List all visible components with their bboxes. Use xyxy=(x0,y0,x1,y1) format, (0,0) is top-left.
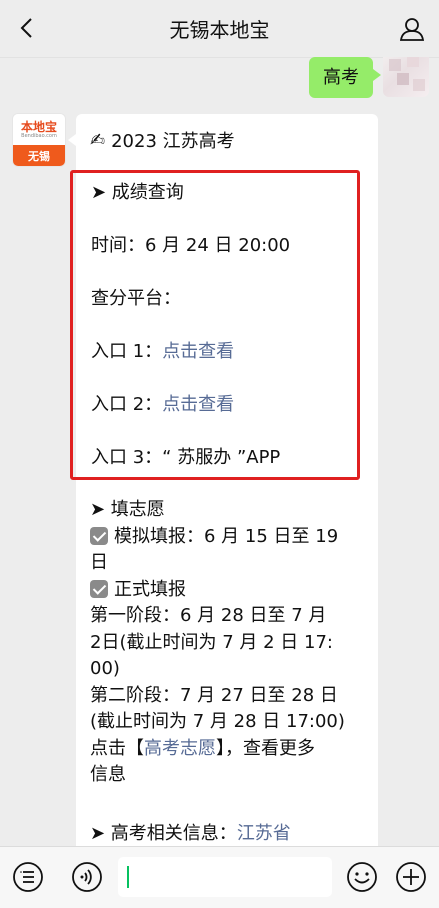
formal-fill-text: 正式填报 xyxy=(114,578,186,600)
stage2-line-1: 第二阶段：7 月 27 日至 28 日 xyxy=(90,684,338,706)
back-button[interactable] xyxy=(10,12,42,44)
entry-2-link[interactable]: 点击查看 xyxy=(162,394,234,415)
person-icon xyxy=(399,18,425,41)
entry-2-prefix: 入口 2： xyxy=(91,394,163,415)
score-time: 时间：6 月 24 日 20:00 xyxy=(91,235,291,256)
more-info-suffix: 】，查看更多 xyxy=(216,737,315,759)
brand-city-label: 无锡 xyxy=(13,145,65,166)
volunteer-heading: ➤ 填志愿 xyxy=(90,499,165,520)
jiangsu-link[interactable]: 江苏省 xyxy=(237,823,291,844)
formal-fill-line: 正式填报 xyxy=(90,577,370,604)
text-cursor xyxy=(127,866,129,888)
brand-logo-text: 本地宝 xyxy=(20,119,57,134)
voice-button[interactable] xyxy=(71,861,103,893)
entry-3: 入口 3：“ 苏服办 ”APP xyxy=(91,447,281,468)
menu-list-icon xyxy=(13,862,43,892)
related-info-line: ➤ 高考相关信息：江苏省 xyxy=(90,819,291,845)
plus-icon xyxy=(396,862,426,892)
chat-header: 无锡本地宝 xyxy=(0,0,439,58)
mock-fill-line-2: 日 xyxy=(90,552,108,573)
message-input[interactable] xyxy=(118,857,332,897)
brand-avatar[interactable]: 本地宝 Bendibao.com 无锡 xyxy=(12,113,66,167)
smiley-icon xyxy=(347,862,377,892)
checkbox-icon xyxy=(90,526,108,545)
voice-icon xyxy=(72,862,102,892)
score-highlight-box: ➤ 成绩查询 时间：6 月 24 日 20:00 查分平台： 入口 1：点击查看… xyxy=(70,170,360,480)
stage1-line-3: 00) xyxy=(90,658,120,679)
more-info-prefix: 点击【 xyxy=(90,737,144,759)
stage1-line-1: 第一阶段：6 月 28 日至 7 月 xyxy=(90,605,327,626)
more-info-line: 点击【高考志愿】，查看更多 xyxy=(90,736,370,763)
brand-logo-sub: Bendibao.com xyxy=(21,132,57,139)
emoji-button[interactable] xyxy=(346,861,378,893)
profile-button[interactable] xyxy=(395,12,429,46)
entry-2: 入口 2：点击查看 xyxy=(91,390,234,416)
chevron-left-icon xyxy=(20,18,32,38)
outgoing-bubble[interactable]: 高考 xyxy=(309,57,381,98)
volunteer-section: ➤ 填志愿 模拟填报：6 月 15 日至 19 日 正式填报 第一阶段：6 月 … xyxy=(90,497,370,789)
stage2-line-2: (截止时间为 7 月 28 日 17:00) xyxy=(90,711,345,732)
score-heading: ➤ 成绩查询 xyxy=(91,182,184,203)
entry-1-link[interactable]: 点击查看 xyxy=(162,341,234,362)
chat-title: 无锡本地宝 xyxy=(169,18,270,42)
outgoing-message-row: 高考 xyxy=(309,57,429,98)
entry-1: 入口 1：点击查看 xyxy=(91,337,234,363)
message-title-text: 2023 江苏高考 xyxy=(111,131,235,152)
mock-fill-text: 模拟填报：6 月 15 日至 19 xyxy=(114,525,339,547)
related-heading: ➤ 高考相关信息： xyxy=(90,823,237,844)
mock-fill-line: 模拟填报：6 月 15 日至 19 xyxy=(90,524,370,551)
message-title: ✍ 2023 江苏高考 xyxy=(90,127,235,153)
writing-hand-icon: ✍ xyxy=(90,129,106,151)
brand-logo: 本地宝 Bendibao.com xyxy=(13,114,65,145)
more-info-line-2: 信息 xyxy=(90,764,126,785)
menu-button[interactable] xyxy=(12,861,44,893)
gaokao-volunteer-link[interactable]: 高考志愿 xyxy=(144,738,216,759)
incoming-bubble[interactable]: ✍ 2023 江苏高考 ➤ 成绩查询 时间：6 月 24 日 20:00 查分平… xyxy=(68,114,378,846)
input-bar xyxy=(0,846,439,908)
score-platform-label: 查分平台： xyxy=(91,288,181,309)
more-button[interactable] xyxy=(395,861,427,893)
stage1-line-2: 2日(截止时间为 7 月 2 日 17: xyxy=(90,631,333,653)
chat-area[interactable]: 高考 本地宝 Bendibao.com 无锡 ✍ 2023 江苏高考 ➤ 成绩查… xyxy=(0,57,439,846)
entry-1-prefix: 入口 1： xyxy=(91,341,163,362)
checkbox-icon xyxy=(90,579,108,598)
my-avatar[interactable] xyxy=(383,57,429,97)
